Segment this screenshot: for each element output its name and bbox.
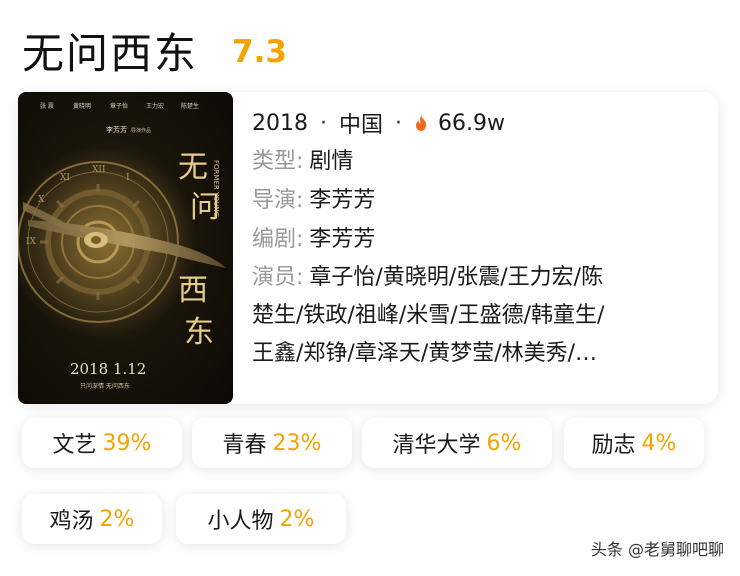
cast-value[interactable]: 楚生/铁政/祖峰/米雪/王盛德/韩童生/: [252, 297, 604, 335]
tag-percent: 2%: [279, 506, 315, 532]
movie-poster[interactable]: 张 震 黄晓明 章子怡 王力宏 陈楚生 李芳芳 导演作品 XII XI I IX…: [18, 92, 233, 404]
genre-row: 类型: 剧情: [252, 142, 702, 181]
director-value[interactable]: 李芳芳: [309, 181, 375, 220]
writer-row: 编剧: 李芳芳: [252, 220, 702, 259]
genre-value: 剧情: [309, 149, 354, 174]
movie-details: 2018 · 中国 · 66.9w 类型: 剧情 导演: 李芳芳 编剧: 李芳芳…: [252, 104, 702, 373]
cast-value[interactable]: 章子怡/黄晓明/张震/王力宏/陈: [309, 265, 603, 290]
svg-text:I: I: [126, 173, 130, 183]
separator-dot: ·: [395, 110, 403, 136]
director-label: 导演:: [252, 188, 304, 213]
poster-title-char: 西: [178, 273, 208, 308]
poster-cast-names: 张 震 黄晓明 章子怡 王力宏 陈楚生: [40, 102, 199, 110]
poster-cast-name: 章子怡: [110, 102, 128, 110]
svg-text:IX: IX: [26, 237, 37, 247]
tag-name: 清华大学: [392, 433, 481, 458]
poster-release-date: 2018 1.12: [70, 360, 146, 378]
tag-chip[interactable]: 文艺 39%: [22, 418, 182, 468]
tag-name: 青春: [222, 433, 267, 458]
tag-chip[interactable]: 鸡汤 2%: [22, 494, 162, 544]
movie-title: 无问西东: [22, 28, 199, 78]
poster-tagline: 只问深情 无问西东: [80, 382, 130, 390]
poster-cast-name: 黄晓明: [73, 102, 91, 110]
movie-rating: 7.3: [232, 34, 287, 70]
title-row: 无问西东 7.3: [22, 20, 287, 80]
separator-dot: ·: [320, 110, 327, 136]
writer-value[interactable]: 李芳芳: [309, 220, 375, 259]
poster-cast-name: 王力宏: [146, 102, 164, 110]
poster-cast-name: 张 震: [40, 102, 54, 110]
tag-percent: 4%: [641, 430, 677, 456]
meta-line: 2018 · 中国 · 66.9w: [252, 104, 702, 142]
region: 中国: [339, 113, 384, 138]
svg-text:X: X: [38, 195, 45, 205]
poster-director-credit: 李芳芳: [106, 125, 127, 134]
watermark: 头条 @老舅聊吧聊: [590, 540, 724, 559]
genre-label: 类型:: [252, 149, 304, 174]
poster-title-char: 无: [178, 150, 208, 185]
tag-chip[interactable]: 青春 23%: [192, 418, 352, 468]
tag-name: 励志: [591, 433, 636, 458]
tag-name: 文艺: [52, 433, 97, 458]
tag-name: 鸡汤: [49, 509, 94, 534]
tag-chip[interactable]: 清华大学 6%: [362, 418, 552, 468]
poster-director-suffix: 导演作品: [131, 127, 151, 134]
tag-percent: 6%: [486, 430, 522, 456]
cast-row: 演员: 章子怡/黄晓明/张震/王力宏/陈 楚生/铁政/祖峰/米雪/王盛德/韩童生/…: [252, 259, 702, 373]
poster-title-char: 东: [184, 315, 214, 350]
release-year: 2018: [252, 110, 308, 136]
tag-percent: 2%: [99, 506, 135, 532]
svg-text:XII: XII: [92, 165, 106, 175]
popularity-count: 66.9w: [438, 110, 505, 136]
cast-label: 演员:: [252, 265, 304, 290]
poster-subtitle: FORMER YOUNG: [212, 160, 220, 217]
cast-line: 演员: 章子怡/黄晓明/张震/王力宏/陈: [252, 259, 604, 297]
tag-name: 小人物: [207, 509, 274, 534]
svg-text:XI: XI: [60, 173, 70, 183]
tag-percent: 39%: [102, 430, 152, 456]
writer-label: 编剧:: [252, 227, 304, 252]
cast-value[interactable]: 王鑫/郑铮/章泽天/黄梦莹/林美秀/…: [252, 335, 604, 373]
tag-chip[interactable]: 小人物 2%: [176, 494, 346, 544]
tag-percent: 23%: [272, 430, 322, 456]
flame-icon: [416, 115, 427, 131]
director-row: 导演: 李芳芳: [252, 181, 702, 220]
cast-lines: 演员: 章子怡/黄晓明/张震/王力宏/陈 楚生/铁政/祖峰/米雪/王盛德/韩童生/…: [252, 259, 604, 373]
tag-chip[interactable]: 励志 4%: [564, 418, 704, 468]
poster-cast-name: 陈楚生: [181, 102, 199, 110]
